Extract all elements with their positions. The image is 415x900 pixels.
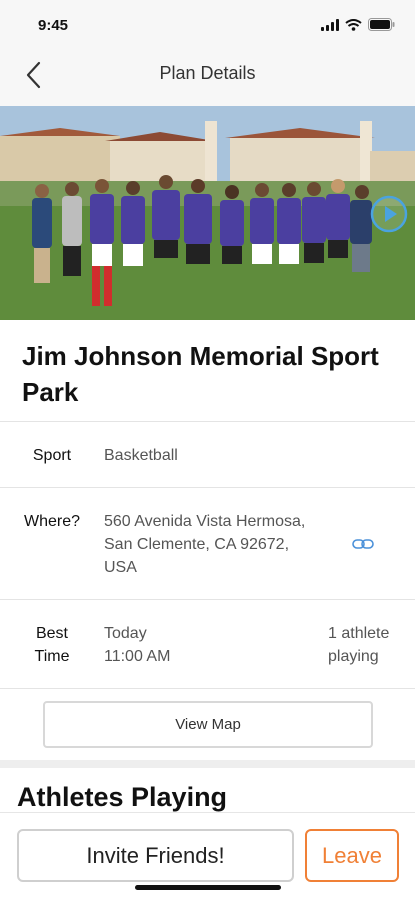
status-time: 9:45 — [38, 17, 69, 34]
divider — [0, 599, 415, 600]
invite-friends-button[interactable]: Invite Friends! — [17, 829, 294, 882]
best-time-label-line-2: Time — [34, 648, 70, 665]
link-icon[interactable] — [352, 536, 374, 552]
status-icons — [321, 18, 395, 31]
status-bar: 9:45 — [0, 0, 415, 50]
athlete-count-suffix: playing — [328, 648, 379, 665]
bottom-action-bar: Invite Friends! Leave — [0, 812, 415, 900]
time-hour: 11:00 AM — [104, 648, 171, 665]
sport-label: Sport — [32, 447, 72, 464]
battery-icon — [368, 18, 395, 31]
time-day: Today — [104, 625, 147, 642]
place-title: Jim Johnson Memorial Sport Park — [22, 341, 379, 407]
address-line-1: 560 Avenida Vista Hermosa, — [104, 513, 306, 530]
view-map-button[interactable]: View Map — [43, 701, 373, 748]
nav-bar: Plan Details — [0, 50, 415, 106]
best-time-label-line-1: Best — [35, 625, 68, 642]
signal-icon — [321, 18, 339, 31]
team-photo-image — [0, 106, 415, 320]
divider — [0, 487, 415, 488]
hero-photo — [0, 106, 415, 320]
where-label: Where? — [23, 513, 81, 530]
home-indicator — [135, 885, 281, 890]
athlete-count: 1 athlete — [328, 625, 390, 642]
wifi-icon — [345, 18, 362, 31]
leave-button[interactable]: Leave — [305, 829, 399, 882]
section-separator — [0, 760, 415, 768]
page-title: Plan Details — [159, 63, 256, 83]
address-line-3: USA — [104, 559, 137, 576]
address-line-2: San Clemente, CA 92672, — [104, 536, 290, 553]
divider — [0, 688, 415, 689]
athletes-playing-heading: Athletes Playing — [17, 782, 228, 812]
play-circle-icon[interactable] — [369, 194, 409, 234]
divider — [0, 421, 415, 422]
sport-value: Basketball — [104, 447, 178, 464]
